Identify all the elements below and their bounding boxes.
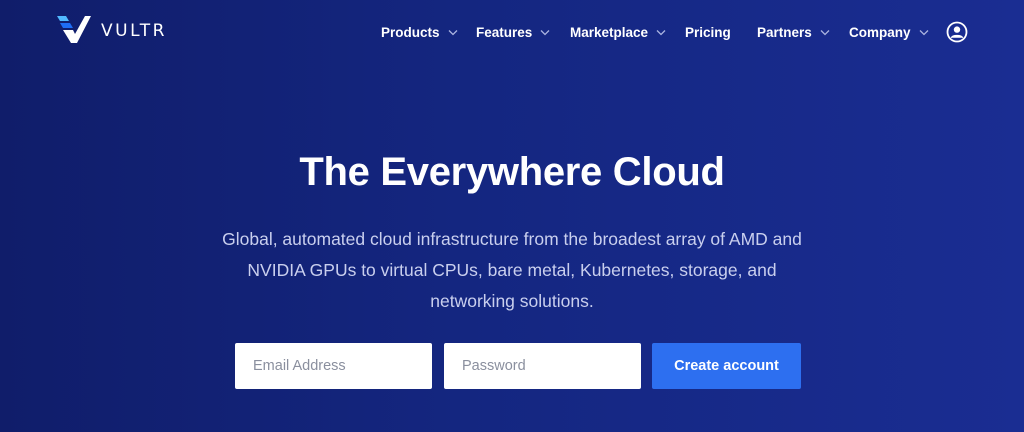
nav-label: Partners (757, 24, 812, 40)
nav-item-features[interactable]: Features (476, 22, 550, 42)
nav-item-partners[interactable]: Partners (757, 22, 830, 42)
nav-item-pricing[interactable]: Pricing (685, 22, 731, 42)
vultr-logo-icon (57, 14, 91, 49)
hero-title: The Everywhere Cloud (299, 150, 725, 194)
chevron-down-icon (540, 29, 550, 36)
chevron-down-icon (448, 29, 458, 36)
email-field[interactable] (235, 343, 432, 389)
nav-label: Company (849, 24, 911, 40)
brand-logo-link[interactable]: VULTR (57, 14, 167, 49)
top-navbar: VULTR Products Features Marketplace Pric… (0, 0, 1024, 64)
brand-name: VULTR (101, 21, 167, 41)
nav-item-marketplace[interactable]: Marketplace (570, 22, 666, 42)
nav-label: Marketplace (570, 24, 649, 40)
password-field[interactable] (444, 343, 641, 389)
create-account-button[interactable]: Create account (652, 343, 801, 389)
nav-label: Pricing (685, 24, 731, 40)
user-circle-icon[interactable] (946, 21, 968, 43)
chevron-down-icon (656, 29, 666, 36)
nav-label: Products (381, 24, 440, 40)
chevron-down-icon (820, 29, 830, 36)
nav-item-products[interactable]: Products (381, 22, 458, 42)
nav-item-company[interactable]: Company (849, 22, 929, 42)
chevron-down-icon (919, 29, 929, 36)
hero-subtitle: Global, automated cloud infrastructure f… (222, 229, 802, 311)
nav-label: Features (476, 24, 533, 40)
